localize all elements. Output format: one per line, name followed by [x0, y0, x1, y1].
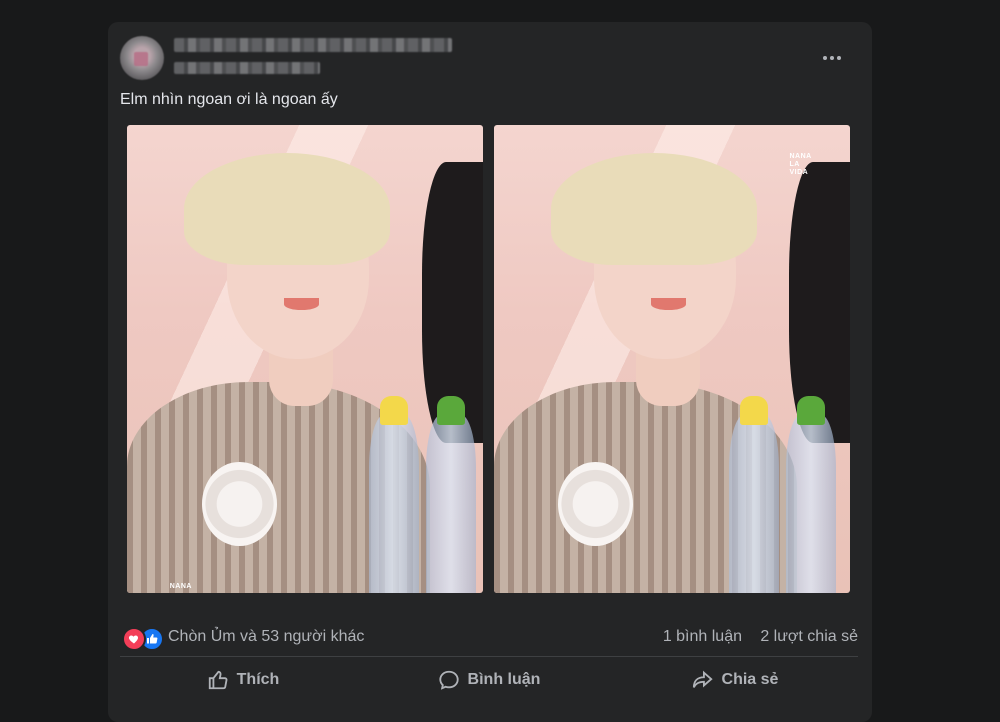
comment-label: Bình luận	[467, 671, 541, 688]
hair	[183, 153, 391, 266]
handheld-fan	[558, 461, 633, 547]
like-label: Thích	[236, 671, 280, 688]
divider	[120, 656, 858, 657]
water-bottle	[426, 415, 476, 593]
post-card: Elm nhìn ngoan ơi là ngoan ấy NANA NANA …	[108, 22, 872, 722]
author-name-blurred[interactable]	[174, 38, 452, 52]
love-reaction-icon	[122, 627, 146, 651]
handheld-fan	[201, 461, 277, 547]
share-arrow-icon	[692, 670, 713, 688]
water-bottle	[728, 415, 779, 593]
share-label: Chia sẻ	[721, 671, 779, 688]
photo-watermark: NANA LA VIDA	[789, 153, 812, 176]
reactors-text[interactable]: Chòn Ủm và 53 người khác	[168, 628, 364, 646]
author-avatar[interactable]	[120, 36, 164, 80]
more-options-button[interactable]	[814, 46, 850, 70]
water-bottle	[785, 415, 836, 593]
post-photo-1[interactable]: NANA	[127, 125, 483, 593]
thumbs-up-icon	[208, 670, 228, 690]
water-bottle	[369, 415, 419, 593]
comments-count[interactable]: 1 bình luận	[663, 628, 742, 646]
more-dot-icon	[823, 56, 827, 60]
post-actions: Thích Bình luận Chia sẻ	[120, 658, 858, 702]
more-dot-icon	[837, 56, 841, 60]
shares-count[interactable]: 2 lượt chia sẻ	[760, 628, 858, 646]
comment-button[interactable]: Bình luận	[366, 658, 612, 702]
share-button[interactable]: Chia sẻ	[612, 658, 858, 702]
post-text: Elm nhìn ngoan ơi là ngoan ấy	[120, 91, 338, 108]
more-dot-icon	[830, 56, 834, 60]
post-photo-2[interactable]: NANA LA VIDA	[494, 125, 850, 593]
post-timestamp-blurred[interactable]	[174, 62, 320, 74]
comment-bubble-icon	[438, 670, 459, 690]
like-button[interactable]: Thích	[120, 658, 366, 702]
reaction-icons[interactable]	[122, 626, 166, 651]
photo-watermark: NANA	[169, 583, 192, 590]
reactions-bar: Chòn Ủm và 53 người khác 1 bình luận 2 l…	[120, 626, 858, 651]
post-header	[120, 34, 860, 82]
hair	[550, 153, 758, 266]
